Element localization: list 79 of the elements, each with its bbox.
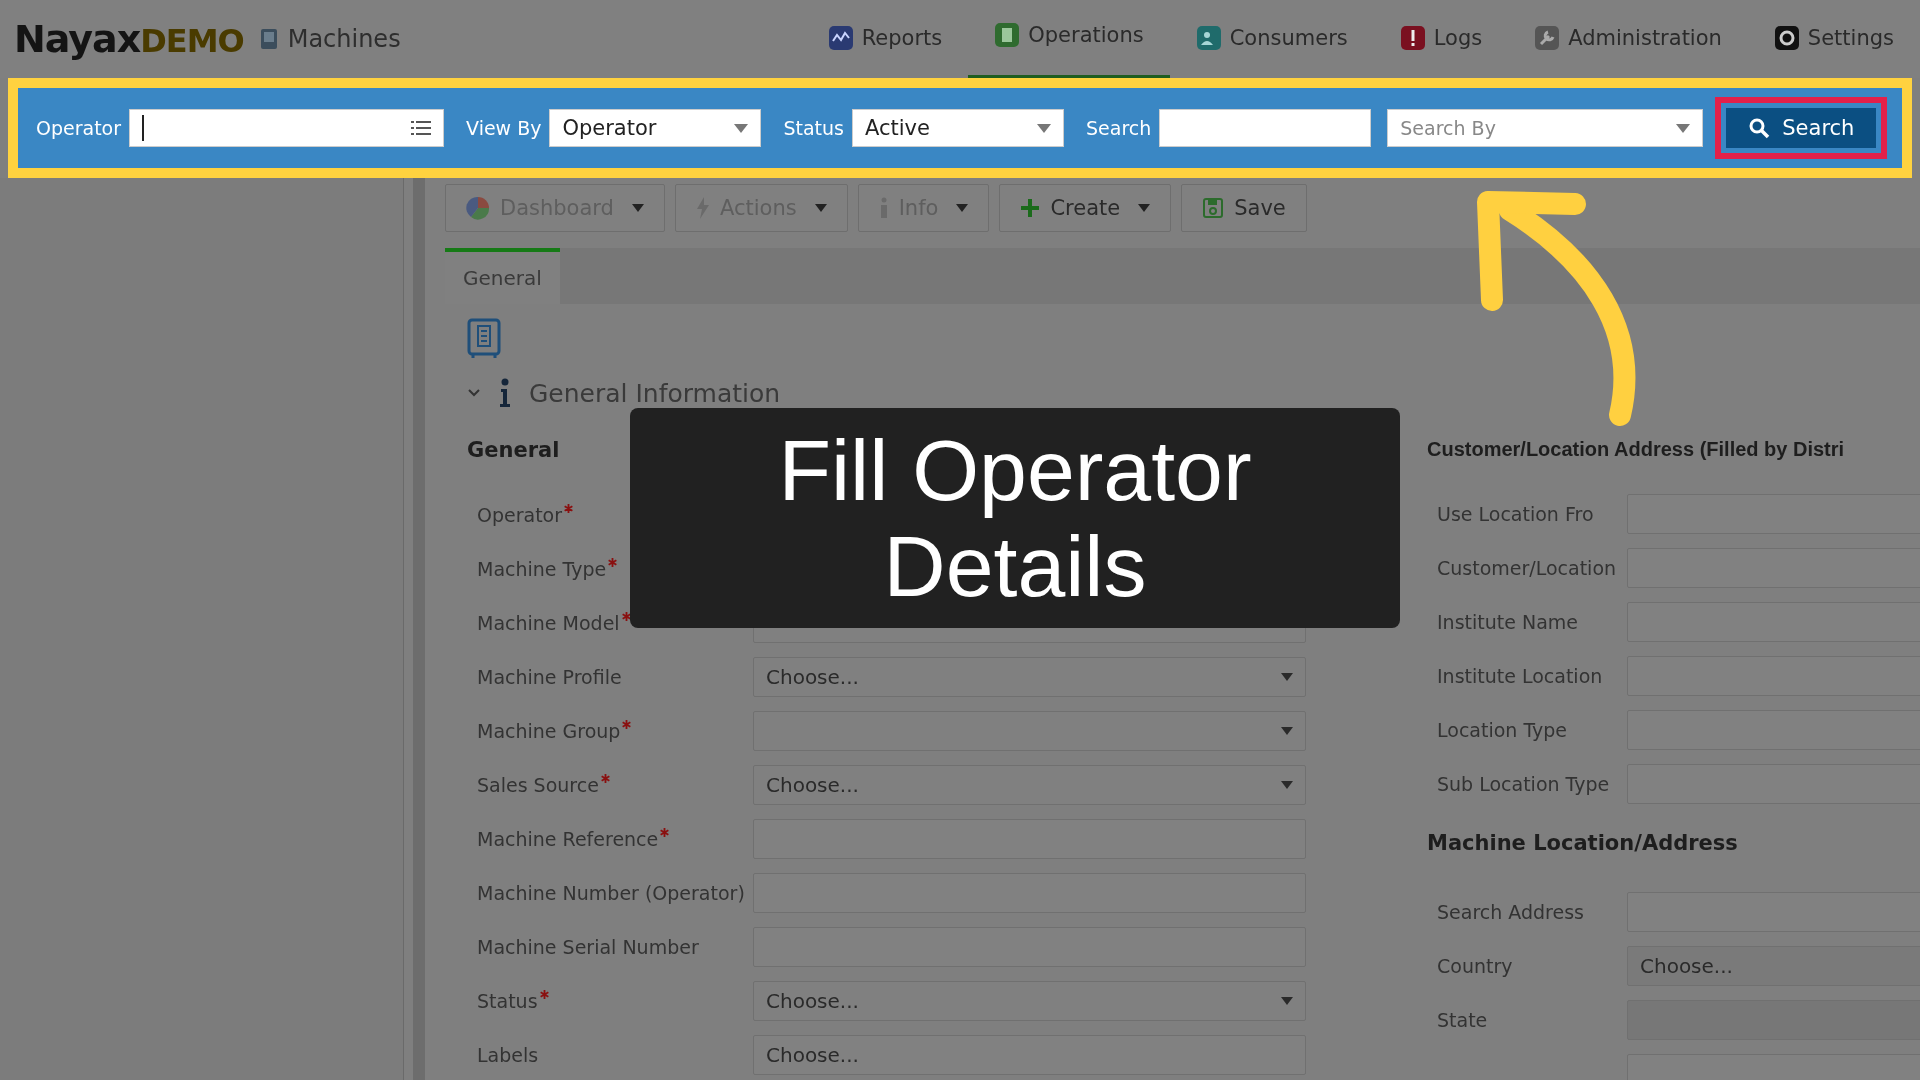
field-label: Search bbox=[1086, 117, 1152, 139]
wrench-icon bbox=[1534, 24, 1561, 51]
caret-icon bbox=[1281, 997, 1293, 1005]
asterisk-icon bbox=[564, 504, 574, 513]
people-icon bbox=[1195, 24, 1222, 51]
page-title: Machines bbox=[287, 25, 401, 53]
caret-icon bbox=[814, 204, 827, 212]
asterisk-icon bbox=[621, 612, 631, 621]
select-field[interactable]: Choose... bbox=[753, 765, 1306, 805]
field-label: Institute Name bbox=[1436, 611, 1579, 633]
search-button[interactable]: Search bbox=[1726, 108, 1877, 148]
field-label: Machine Profile bbox=[476, 666, 623, 688]
status-select[interactable]: Active bbox=[852, 109, 1064, 147]
plus-icon bbox=[1020, 198, 1041, 218]
nav-tab[interactable]: Reports bbox=[801, 0, 969, 78]
field-label: Operator bbox=[36, 117, 122, 139]
field-label: Customer/Location bbox=[1436, 557, 1618, 579]
asterisk-icon bbox=[660, 828, 670, 837]
field-label: Machine Reference bbox=[467, 828, 753, 850]
chevron-down-icon[interactable] bbox=[467, 388, 481, 398]
search-field[interactable] bbox=[1159, 109, 1372, 147]
caret-icon bbox=[631, 204, 644, 212]
form-heading: Machine Location/Address bbox=[1427, 831, 1739, 855]
field-label: Machine Serial Number bbox=[476, 936, 700, 958]
alert-icon bbox=[1399, 24, 1426, 51]
field-label: Labels bbox=[476, 1044, 540, 1066]
select-field[interactable]: Choose... bbox=[753, 657, 1306, 697]
caret-icon bbox=[1281, 673, 1293, 681]
toolbar-button[interactable]: Create bbox=[999, 184, 1172, 232]
field-label: Search Address bbox=[1436, 901, 1585, 923]
field-label: Location Type bbox=[1436, 719, 1569, 741]
pie-chart-icon bbox=[466, 196, 490, 220]
field-label: Status bbox=[467, 990, 753, 1012]
field-label: Machine Group bbox=[467, 720, 753, 742]
tab[interactable]: General bbox=[445, 248, 560, 304]
nav-tab[interactable]: Logs bbox=[1373, 0, 1509, 78]
splitter-handle[interactable] bbox=[413, 178, 425, 1080]
asterisk-icon bbox=[622, 720, 632, 729]
select-field[interactable]: Choose... bbox=[1627, 946, 1920, 986]
field-label: Institute Location bbox=[1436, 665, 1604, 687]
field-label: Sales Source bbox=[467, 774, 753, 796]
nayax-logo: NayaxDEMO bbox=[14, 17, 244, 61]
field-label: Sub Location Type bbox=[1436, 773, 1611, 795]
asterisk-icon bbox=[539, 990, 549, 999]
field-label: State bbox=[1436, 1009, 1489, 1031]
form-heading: General bbox=[467, 438, 561, 462]
caret-icon bbox=[1281, 727, 1293, 735]
nav-tab[interactable]: Settings bbox=[1747, 0, 1920, 78]
clipboard-icon bbox=[994, 21, 1021, 48]
caret-icon bbox=[956, 204, 969, 212]
caret-icon bbox=[1281, 781, 1293, 789]
info-icon bbox=[499, 378, 511, 408]
asterisk-icon bbox=[608, 558, 618, 567]
field-label: Machine Number (Operator) bbox=[476, 882, 746, 904]
field-label: View By bbox=[466, 117, 542, 139]
operator-field[interactable] bbox=[129, 109, 445, 147]
caption-tooltip: Fill Operator Details bbox=[630, 408, 1400, 628]
nav-tab[interactable]: Consumers bbox=[1169, 0, 1374, 78]
machine-icon bbox=[259, 28, 278, 50]
input-field[interactable]: Choose... bbox=[753, 1035, 1306, 1075]
view-by-select[interactable]: Operator bbox=[549, 109, 762, 147]
nav-tab[interactable]: Administration bbox=[1508, 0, 1748, 78]
section-title: General Information bbox=[529, 378, 781, 408]
field-label: Use Location Fro bbox=[1436, 503, 1595, 525]
caret-icon bbox=[1138, 204, 1151, 212]
chart-icon bbox=[827, 24, 854, 51]
select-field[interactable] bbox=[753, 711, 1306, 751]
field-label: Country bbox=[1436, 955, 1514, 977]
search-icon bbox=[1748, 117, 1771, 139]
form-heading: Customer/Location Address (Filled by Distri bbox=[1427, 438, 1846, 461]
select-field[interactable]: Choose... bbox=[753, 981, 1306, 1021]
nav-tab[interactable]: Operations bbox=[968, 0, 1170, 78]
search-by-select[interactable]: Search By bbox=[1387, 109, 1704, 147]
list-icon bbox=[411, 120, 432, 136]
asterisk-icon bbox=[600, 774, 610, 783]
vending-machine-icon bbox=[467, 318, 501, 360]
field-label: Status bbox=[783, 117, 844, 139]
gear-icon bbox=[1773, 24, 1800, 51]
toolbar-button[interactable]: Save bbox=[1181, 184, 1307, 232]
